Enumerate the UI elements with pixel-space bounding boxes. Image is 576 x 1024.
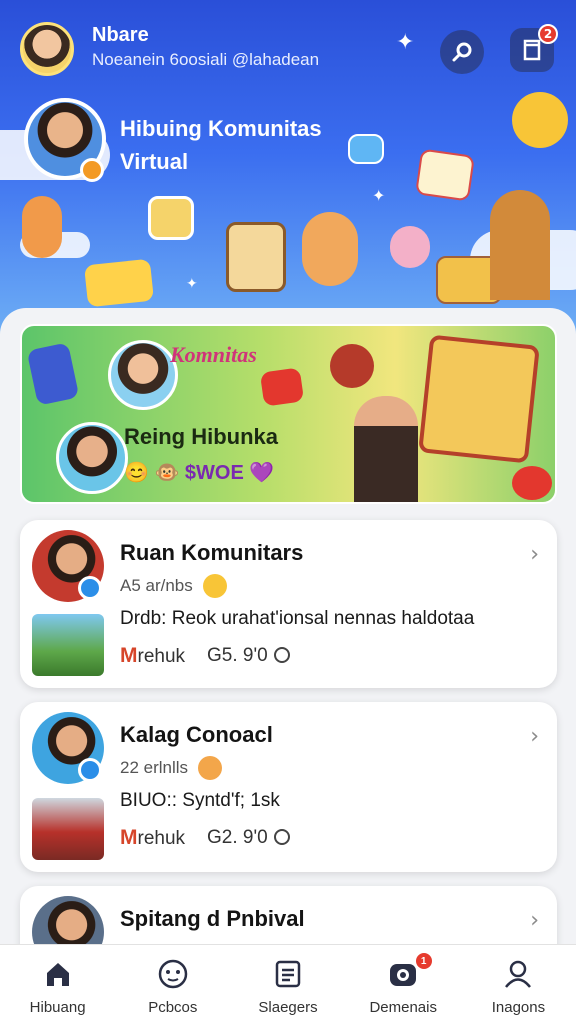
user-avatar[interactable] xyxy=(20,22,74,76)
home-icon xyxy=(41,957,75,991)
nav-label: Inagons xyxy=(491,999,546,1016)
nav-item-home[interactable]: Hibuang xyxy=(0,945,115,1024)
smiley-icon xyxy=(156,957,190,991)
member-count: 22 erlnlls xyxy=(120,758,189,777)
chevron-right-icon[interactable]: › xyxy=(530,724,539,749)
search-icon xyxy=(452,42,472,62)
character-decoration xyxy=(302,212,358,286)
card-footer: Mrehuk G5. 9'0 xyxy=(120,644,290,668)
nav-label: Slaegers xyxy=(258,999,318,1016)
nav-item-smiley[interactable]: Pcbcos xyxy=(115,945,230,1024)
circle-icon xyxy=(273,829,290,845)
card-thumbnail[interactable] xyxy=(32,798,104,860)
sparkle-icon: ✦ xyxy=(396,30,415,55)
book-decoration xyxy=(26,342,80,406)
card-footer: Mrehuk G2. 9'0 xyxy=(120,826,290,850)
community-card[interactable]: Ruan Komunitars A5 ar/nbs › Drdb: Reok u… xyxy=(20,520,557,688)
card-stat: G5. 9'0 xyxy=(207,645,290,667)
notification-badge: 1 xyxy=(415,953,432,969)
card-meta: A5 ar/nbs xyxy=(120,574,227,598)
nav-item-list[interactable]: Slaegers xyxy=(230,945,345,1024)
fruit-decoration xyxy=(512,466,552,500)
nav-item-camera[interactable]: 1 Demenais xyxy=(346,945,461,1024)
frame-decoration xyxy=(148,196,194,240)
sparkle-icon: ✦ xyxy=(186,276,198,292)
card-body: Drdb: Reok urahat'ionsal nennas haldotaa xyxy=(120,608,475,629)
search-button[interactable] xyxy=(440,30,484,74)
card-stat: G2. 9'0 xyxy=(207,827,290,849)
brand-label: Mrehuk xyxy=(120,644,186,667)
badge-decoration xyxy=(330,344,374,388)
member-count: A5 ar/nbs xyxy=(120,576,193,595)
nav-label: Demenais xyxy=(369,999,437,1016)
photo-frame-decoration xyxy=(418,334,540,464)
giraffe-decoration xyxy=(490,190,550,300)
card-body: BIUO:: Syntd'f; 1sk xyxy=(120,790,280,811)
nav-label: Pcbcos xyxy=(148,999,198,1016)
list-icon xyxy=(271,957,305,991)
chevron-right-icon[interactable]: › xyxy=(530,908,539,933)
card-meta: 22 erlnlls xyxy=(120,756,223,780)
balloon-decoration xyxy=(512,92,568,148)
person-figure-decoration xyxy=(354,396,418,502)
play-sticker-decoration xyxy=(259,367,305,407)
verified-badge xyxy=(78,758,102,782)
circle-icon xyxy=(273,647,290,663)
hero-header: ✦ ✦ ✦ Nbare Noeanein 6oosiali @lahadean … xyxy=(0,0,576,340)
brand-label: Mrehuk xyxy=(120,826,186,849)
play-sticker-decoration xyxy=(348,134,384,164)
card-title: Ruan Komunitars xyxy=(120,540,304,565)
banner-subtitle: 😊 🐵 $WOE 💜 xyxy=(124,462,275,484)
photo-frame-decoration xyxy=(226,222,286,292)
profile-icon xyxy=(501,957,535,991)
bookmark-icon xyxy=(523,39,541,61)
banner-avatar xyxy=(56,422,128,494)
sign-sticker-decoration xyxy=(415,148,475,202)
user-name: Nbare xyxy=(92,24,149,46)
character-decoration xyxy=(390,226,430,268)
user-handle: Noeanein 6oosiali @lahadean xyxy=(92,50,320,69)
status-badge xyxy=(80,158,104,182)
sign-decoration xyxy=(83,258,155,308)
bottom-navigation: Hibuang Pcbcos Slaegers 1 Demenais Inago… xyxy=(0,944,576,1024)
chevron-right-icon[interactable]: › xyxy=(530,542,539,567)
verified-badge xyxy=(78,576,102,600)
nav-label: Hibuang xyxy=(29,999,86,1016)
banner-title: Reing Hibunka xyxy=(124,424,279,449)
smiley-icon xyxy=(202,574,227,598)
notification-badge: 2 xyxy=(538,24,558,44)
banner-tag: Komnitas xyxy=(170,342,257,367)
banner-avatar xyxy=(108,340,178,410)
hero-title: Hibuing Komunitas Virtual xyxy=(120,116,322,174)
community-card[interactable]: Kalag Conoacl 22 erlnlls › BIUO:: Syntd'… xyxy=(20,702,557,872)
featured-banner[interactable]: Komnitas Reing Hibunka 😊 🐵 $WOE 💜 xyxy=(20,324,557,504)
smiley-icon xyxy=(198,756,223,780)
card-title: Kalag Conoacl xyxy=(120,722,273,747)
nav-item-profile[interactable]: Inagons xyxy=(461,945,576,1024)
card-title: Spitang d Pnbival xyxy=(120,906,305,931)
card-thumbnail[interactable] xyxy=(32,614,104,676)
notifications-button[interactable]: 2 xyxy=(510,24,558,72)
sparkle-icon: ✦ xyxy=(372,186,386,205)
character-decoration xyxy=(22,196,62,258)
